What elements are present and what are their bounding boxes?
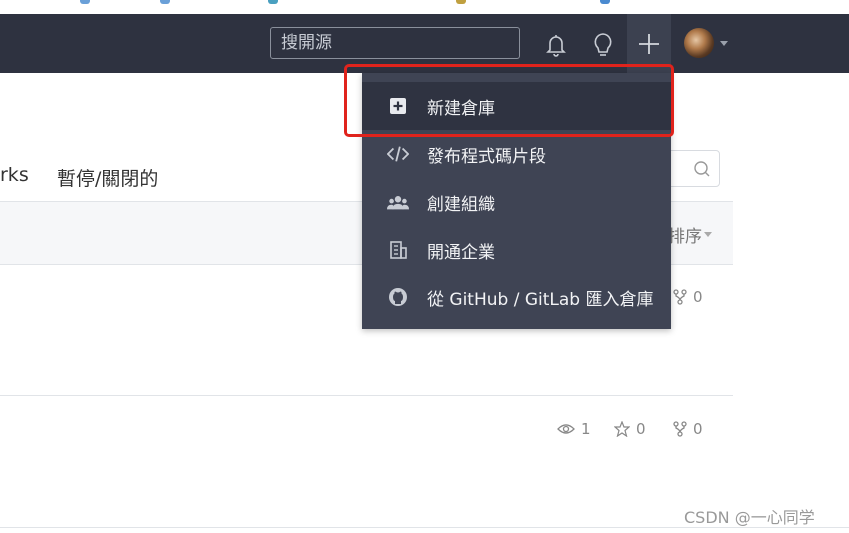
fork-count: 0 bbox=[693, 420, 703, 438]
star-icon bbox=[614, 421, 630, 437]
bell-icon[interactable] bbox=[543, 30, 569, 60]
strip-mark bbox=[80, 0, 90, 4]
menu-item-publish-snippet[interactable]: 發布程式碼片段 bbox=[362, 130, 671, 178]
menu-item-label: 創建組織 bbox=[427, 194, 495, 215]
building-icon bbox=[387, 239, 409, 261]
menu-item-import-repo[interactable]: 從 GitHub / GitLab 匯入倉庫 bbox=[362, 273, 671, 321]
fork-icon bbox=[673, 421, 687, 437]
sort-caret-icon[interactable] bbox=[704, 232, 712, 237]
strip-mark bbox=[600, 0, 610, 4]
avatar-dropdown-caret-icon[interactable] bbox=[720, 41, 728, 46]
menu-item-label: 發布程式碼片段 bbox=[427, 146, 546, 167]
row1-fork-stat[interactable]: 0 bbox=[673, 288, 703, 306]
fork-icon bbox=[673, 289, 687, 305]
strip-mark bbox=[268, 0, 278, 4]
search-input[interactable]: 搜開源 bbox=[270, 27, 520, 59]
highlight-annotation bbox=[344, 64, 674, 137]
row2-star-stat[interactable]: 0 bbox=[614, 420, 646, 438]
eye-icon bbox=[557, 424, 575, 434]
menu-item-label: 開通企業 bbox=[427, 242, 495, 263]
fork-count: 0 bbox=[693, 288, 703, 306]
group-icon bbox=[387, 191, 409, 213]
menu-item-create-org[interactable]: 創建組織 bbox=[362, 178, 671, 226]
row2-fork-stat[interactable]: 0 bbox=[673, 420, 703, 438]
search-icon bbox=[694, 161, 710, 177]
lightbulb-icon[interactable] bbox=[590, 30, 616, 60]
sort-dropdown[interactable]: 排序 bbox=[668, 222, 702, 247]
tab-forks[interactable]: rks bbox=[0, 164, 29, 186]
user-avatar[interactable] bbox=[684, 28, 714, 58]
watch-count: 1 bbox=[581, 420, 591, 438]
code-icon bbox=[387, 143, 409, 165]
watermark: CSDN @一心同学 bbox=[684, 508, 815, 527]
strip-mark bbox=[160, 0, 170, 4]
star-count: 0 bbox=[636, 420, 646, 438]
row2-watch-stat[interactable]: 1 bbox=[557, 420, 591, 438]
browser-top-strip bbox=[0, 0, 849, 14]
divider bbox=[0, 395, 733, 396]
menu-item-enterprise[interactable]: 開通企業 bbox=[362, 226, 671, 274]
tab-paused-closed[interactable]: 暫停/關閉的 bbox=[57, 164, 158, 191]
github-icon bbox=[387, 286, 409, 308]
strip-mark bbox=[456, 0, 466, 4]
menu-item-label: 從 GitHub / GitLab 匯入倉庫 bbox=[427, 289, 654, 310]
